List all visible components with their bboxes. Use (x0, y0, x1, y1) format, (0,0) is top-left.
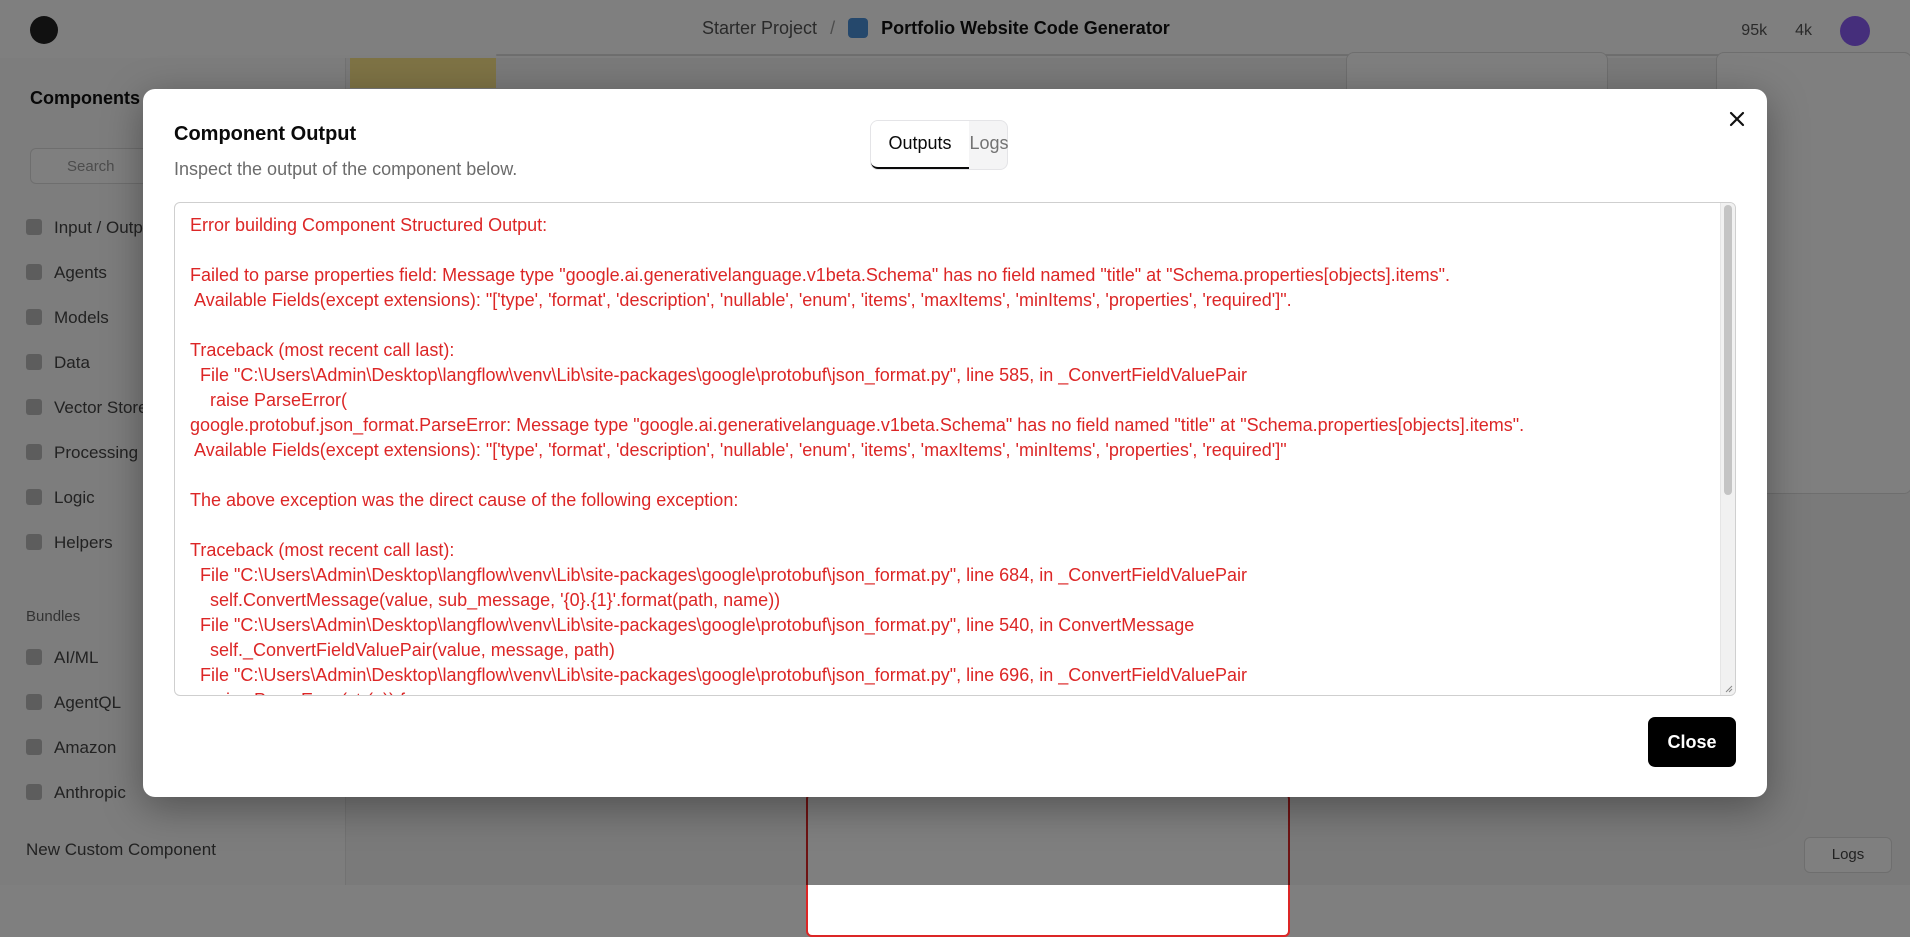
output-tabs: Outputs Logs (870, 120, 1009, 170)
tab-outputs[interactable]: Outputs (871, 121, 969, 169)
dialog-subtitle: Inspect the output of the component belo… (174, 159, 518, 179)
tab-logs[interactable]: Logs (969, 121, 1009, 169)
error-output-text: Error building Component Structured Outp… (190, 215, 1525, 695)
close-icon[interactable] (1723, 105, 1751, 133)
close-button[interactable]: Close (1648, 717, 1736, 767)
output-scrollbar[interactable] (1720, 203, 1735, 695)
resize-grip-icon[interactable] (1723, 683, 1733, 693)
dialog-title: Component Output (174, 123, 357, 145)
output-textarea[interactable]: Error building Component Structured Outp… (174, 202, 1736, 696)
scrollbar-thumb[interactable] (1724, 205, 1732, 495)
component-output-dialog: Component Output Inspect the output of t… (143, 89, 1767, 797)
